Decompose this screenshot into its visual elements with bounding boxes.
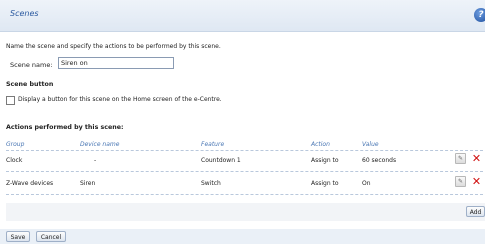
cell-value: On xyxy=(362,180,371,187)
save-button[interactable]: Save xyxy=(6,231,30,242)
cell-action: Assign to xyxy=(311,157,339,164)
delete-icon[interactable]: ✕ xyxy=(471,176,482,187)
column-header-group: Group xyxy=(6,141,25,148)
footer-bar xyxy=(0,229,485,244)
cell-group: Clock xyxy=(6,157,23,164)
page-title: Scenes xyxy=(10,9,39,18)
scene-button-checkbox-label: Display a button for this scene on the H… xyxy=(18,96,222,103)
delete-icon[interactable]: ✕ xyxy=(471,153,482,164)
intro-text: Name the scene and specify the actions t… xyxy=(6,43,221,50)
cell-device-name: Siren xyxy=(80,180,96,187)
cell-feature: Countdown 1 xyxy=(201,157,241,164)
actions-heading: Actions performed by this scene: xyxy=(6,124,124,131)
help-icon[interactable]: ? xyxy=(474,8,485,22)
edit-icon[interactable]: ✎ xyxy=(455,176,466,187)
scene-button-checkbox[interactable] xyxy=(6,96,15,105)
row-divider xyxy=(6,171,483,172)
column-header-feature: Feature xyxy=(201,141,225,148)
page-header: Scenes ? xyxy=(0,0,485,32)
cell-action: Assign to xyxy=(311,180,339,187)
cancel-button[interactable]: Cancel xyxy=(36,231,66,242)
scene-name-input[interactable] xyxy=(58,57,174,69)
scene-button-heading: Scene button xyxy=(6,81,54,88)
cell-feature: Switch xyxy=(201,180,221,187)
edit-icon[interactable]: ✎ xyxy=(455,153,466,164)
add-bar xyxy=(6,203,485,221)
cell-value: 60 seconds xyxy=(362,157,397,164)
column-header-action: Action xyxy=(311,141,330,148)
add-button[interactable]: Add xyxy=(466,206,485,217)
column-header-value: Value xyxy=(362,141,379,148)
column-header-device-name: Device name xyxy=(80,141,120,148)
cell-group: Z-Wave devices xyxy=(6,180,54,187)
scene-name-label: Scene name: xyxy=(10,61,53,69)
table-header-divider xyxy=(6,150,483,151)
row-divider xyxy=(6,194,483,195)
cell-device-name: - xyxy=(94,157,97,164)
